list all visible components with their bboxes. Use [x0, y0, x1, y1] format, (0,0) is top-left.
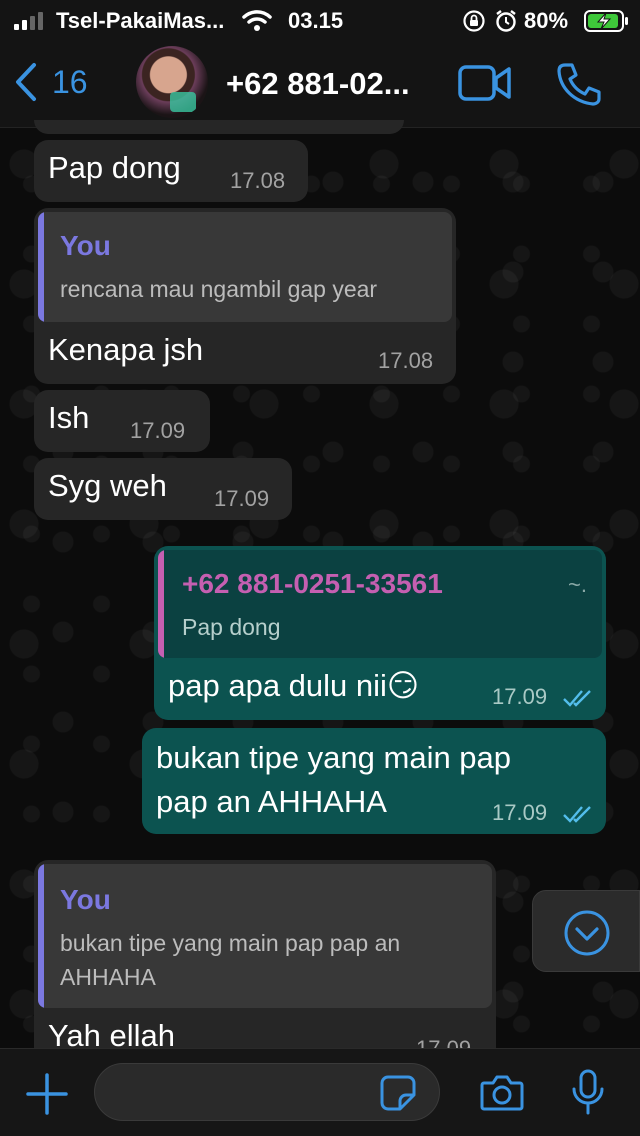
- message-text: Kenapa jsh: [48, 332, 204, 367]
- quote-push-name: ~.: [568, 572, 587, 597]
- avatar[interactable]: [136, 46, 208, 118]
- message-incoming[interactable]: Ish 17.09: [34, 390, 210, 452]
- quoted-message[interactable]: +62 881-0251-33561 ~. Pap dong: [158, 550, 602, 658]
- message-time: 17.09: [416, 1036, 471, 1048]
- quoted-message[interactable]: You bukan tipe yang main pap pap an AHHA…: [38, 864, 492, 1008]
- camera-icon[interactable]: [480, 1073, 524, 1111]
- message-text: Pap dong: [48, 150, 181, 185]
- message-text: Yah ellah: [48, 1018, 175, 1048]
- chat-header: 16 +62 881-02...: [0, 40, 640, 128]
- status-time: 03.15: [288, 8, 344, 33]
- message-incoming[interactable]: Pap dong 17.08: [34, 140, 308, 202]
- message-text: Ish: [48, 400, 90, 435]
- partial-message: [34, 120, 404, 134]
- message-time: 17.09: [130, 418, 186, 443]
- scroll-to-bottom-button[interactable]: [532, 890, 640, 972]
- message-incoming[interactable]: You rencana mau ngambil gap year Kenapa …: [34, 208, 456, 384]
- message-time: 17.08: [230, 168, 286, 193]
- voice-call-icon[interactable]: [556, 62, 602, 106]
- chevron-down-icon: [564, 910, 610, 956]
- back-chevron-icon: [16, 63, 36, 101]
- message-outgoing[interactable]: bukan tipe yang main pap pap an AHHAHA 1…: [142, 728, 606, 834]
- message-text: pap an AHHAHA: [156, 784, 387, 819]
- message-outgoing[interactable]: +62 881-0251-33561 ~. Pap dong pap apa d…: [154, 546, 606, 720]
- back-button[interactable]: 16: [14, 62, 88, 102]
- double-check-icon: [563, 690, 591, 707]
- quote-text: rencana mau ngambil gap year: [60, 276, 378, 302]
- message-incoming[interactable]: Syg weh 17.09: [34, 458, 292, 520]
- message-incoming[interactable]: You bukan tipe yang main pap pap an AHHA…: [34, 860, 496, 1048]
- battery-charging-icon: [584, 10, 628, 32]
- quote-author: You: [60, 884, 111, 915]
- carrier-name: Tsel-PakaiMas...: [56, 8, 225, 33]
- battery-percent: 80%: [524, 8, 569, 33]
- message-text: Syg weh: [48, 468, 167, 503]
- unread-count: 16: [52, 63, 88, 100]
- quote-author: +62 881-0251-33561: [182, 568, 443, 599]
- quoted-message[interactable]: You rencana mau ngambil gap year: [38, 212, 452, 322]
- lock-rotation-icon: [463, 10, 485, 32]
- wifi-icon: [242, 10, 272, 31]
- double-check-icon: [563, 806, 591, 823]
- video-call-icon[interactable]: [458, 64, 512, 102]
- message-time: 17.09: [214, 486, 270, 511]
- sticker-icon[interactable]: [380, 1075, 416, 1111]
- message-time: 17.09: [492, 684, 548, 709]
- contact-name[interactable]: +62 881-02...: [226, 66, 440, 102]
- alarm-icon: [496, 10, 516, 32]
- message-time: 17.09: [492, 800, 548, 825]
- quote-text: Pap dong: [182, 614, 281, 640]
- plus-icon[interactable]: [26, 1073, 68, 1115]
- message-text: bukan tipe yang main pap: [156, 740, 512, 775]
- quote-author: You: [60, 230, 111, 261]
- mic-icon[interactable]: [570, 1069, 606, 1115]
- input-bar: [0, 1048, 640, 1136]
- message-text: pap apa dulu nii😏: [168, 668, 420, 703]
- signal-icon: [14, 12, 43, 30]
- quote-text: bukan tipe yang main pap pap an: [60, 930, 401, 956]
- message-time: 17.08: [378, 348, 434, 373]
- status-bar: Tsel-PakaiMas... 03.15 80%: [0, 0, 640, 40]
- quote-text: AHHAHA: [60, 964, 156, 990]
